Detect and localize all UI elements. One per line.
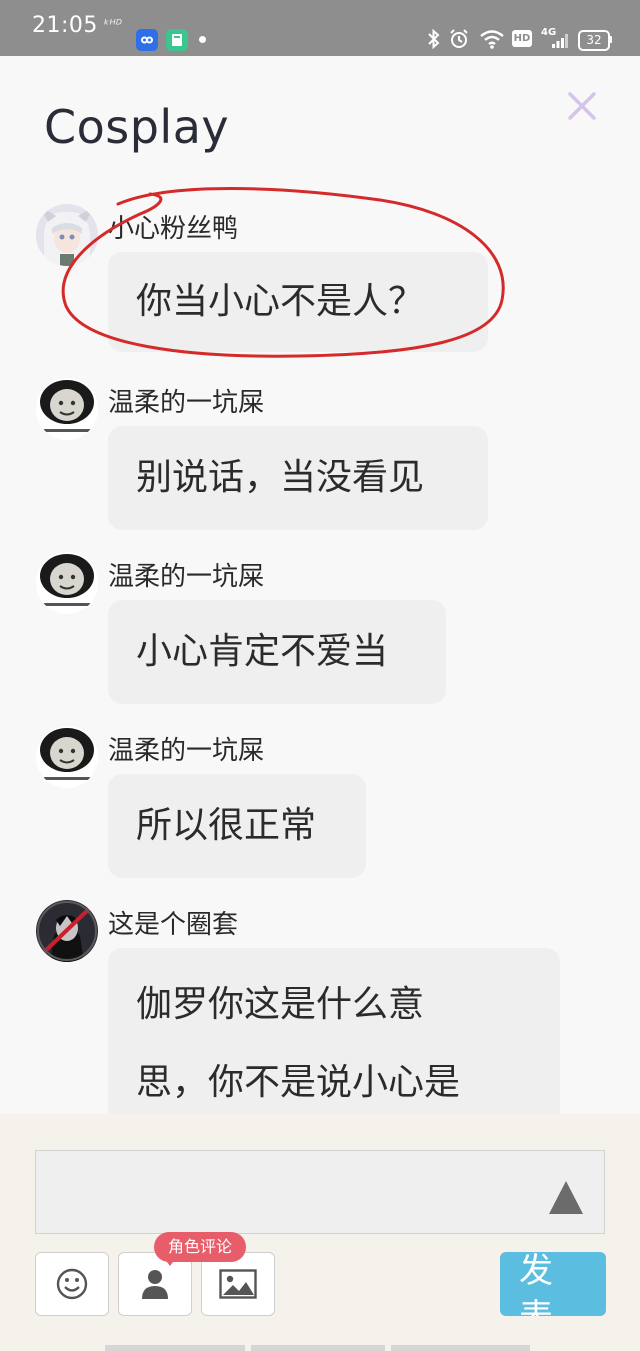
keyboard-strip <box>105 1345 530 1351</box>
panda-meme-avatar[interactable] <box>36 378 98 440</box>
status-bar: 21:05 ᵏᴴᴰ HD 4G 32 <box>0 0 640 56</box>
battery-indicator: 32 <box>578 30 610 51</box>
message-bubble: 你当小心不是人？ <box>108 252 488 352</box>
message-text-line: 伽罗你这是什么意 <box>136 984 425 1025</box>
alarm-icon <box>450 29 468 48</box>
person-icon <box>142 1270 168 1299</box>
message-text-line: 思，你不是说小心是 <box>136 1062 461 1103</box>
app-notification-icon <box>136 29 158 51</box>
message-username: 这是个圈套 <box>108 910 239 940</box>
send-arrow-icon[interactable] <box>549 1181 583 1214</box>
status-time: 21:05 <box>32 13 98 38</box>
emoji-button[interactable] <box>35 1252 109 1316</box>
book-app-icon <box>166 29 188 51</box>
publish-label: 发表 <box>519 1252 553 1316</box>
message-bubble: 小心肯定不爱当 <box>108 600 446 704</box>
message-username: 温柔的一坑屎 <box>108 388 265 418</box>
message-username: 温柔的一坑屎 <box>108 562 265 592</box>
hd-badge: HD <box>512 30 532 47</box>
dark-character-avatar[interactable] <box>36 900 98 962</box>
message-bubble: 别说话，当没看见 <box>108 426 488 530</box>
message-bubble: 所以很正常 <box>108 774 366 878</box>
panda-meme-avatar[interactable] <box>36 726 98 788</box>
anime-girl-avatar[interactable] <box>36 204 98 266</box>
page-title: Cosplay <box>44 100 230 154</box>
message-username: 温柔的一坑屎 <box>108 736 265 766</box>
signal-icon <box>552 34 568 48</box>
image-icon <box>219 1269 257 1299</box>
wifi-icon <box>480 30 504 49</box>
battery-tip <box>609 36 612 43</box>
message-username: 小心粉丝鸭 <box>108 214 239 244</box>
bluetooth-icon <box>428 28 440 50</box>
role-tag-tail <box>164 1258 176 1266</box>
publish-button[interactable]: 发表 <box>500 1252 606 1316</box>
notification-dot <box>199 36 206 43</box>
carrier-label: ᵏᴴᴰ <box>104 18 122 33</box>
emoji-icon <box>56 1268 88 1300</box>
comment-input[interactable] <box>35 1150 605 1234</box>
panda-meme-avatar[interactable] <box>36 552 98 614</box>
close-icon[interactable] <box>566 90 598 122</box>
